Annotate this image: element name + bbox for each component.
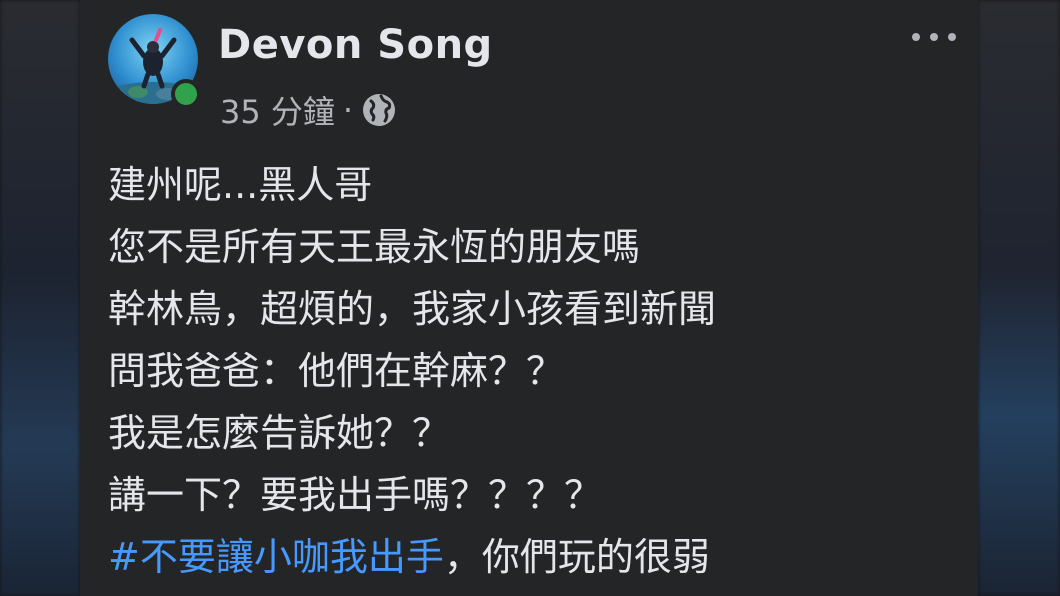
post-text-line: 我是怎麼告訴她？？ [108,411,451,455]
post-text-line: 問我爸爸：他們在幹麻？？ [108,349,565,393]
globe-icon[interactable] [361,92,397,128]
online-status-indicator [171,79,201,109]
post-body: 建州呢...黑人哥 您不是所有天王最永恆的朋友嗎 幹林鳥，超煩的，我家小孩看到新… [108,154,968,588]
post-text-line: 講一下？要我出手嗎？？？？ [108,473,603,517]
post-time[interactable]: 35 分鐘 [220,87,335,133]
post-meta: 35 分鐘 · [220,87,397,133]
more-dot [948,33,956,41]
blurred-background-left [0,0,80,596]
more-dot [912,33,920,41]
blurred-background-right [978,0,1060,596]
hashtag-link[interactable]: #不要讓小咖我出手 [108,535,444,579]
meta-separator: · [342,91,354,129]
post-text-line-last: #不要讓小咖我出手，你們玩的很弱 [108,526,968,588]
more-dot [930,33,938,41]
post-text-line: 建州呢...黑人哥 [108,163,373,207]
post-text-tail: ，你們玩的很弱 [443,535,710,579]
post-text-line: 您不是所有天王最永恆的朋友嗎 [108,225,641,269]
post-text-line: 幹林鳥，超煩的，我家小孩看到新聞 [108,287,717,331]
more-icon[interactable] [912,24,956,50]
author-name[interactable]: Devon Song [218,22,493,68]
